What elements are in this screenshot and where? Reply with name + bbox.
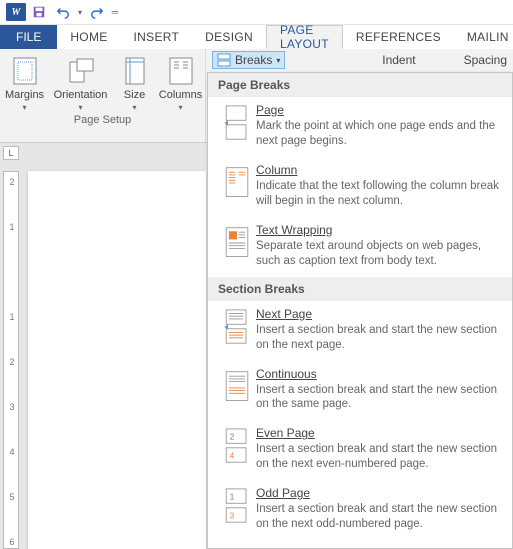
even-page-icon: 24	[218, 426, 256, 472]
indent-label: Indent	[382, 53, 415, 67]
document-page[interactable]	[28, 171, 206, 549]
vertical-ruler[interactable]: 2 1 1 2 3 4 5 6	[3, 171, 19, 549]
break-option-text-wrapping[interactable]: Text Wrapping Separate text around objec…	[208, 217, 512, 277]
ruler-mark: 2	[7, 357, 17, 367]
break-option-column[interactable]: Column Indicate that the text following …	[208, 157, 512, 217]
break-option-continuous[interactable]: Continuous Insert a section break and st…	[208, 361, 512, 421]
dropdown-caret-icon: ▾	[22, 103, 26, 112]
option-desc: Separate text around objects on web page…	[256, 239, 504, 269]
option-title: Text Wrapping	[256, 223, 504, 237]
margins-label: Margins	[5, 89, 44, 101]
spacing-label: Spacing	[464, 53, 507, 67]
columns-icon	[165, 55, 197, 87]
size-icon	[119, 55, 151, 87]
breaks-label: Breaks	[235, 53, 272, 67]
dropdown-section-page-breaks: Page Breaks	[208, 73, 512, 97]
tab-references[interactable]: REFERENCES	[343, 25, 454, 49]
option-title: Column	[256, 163, 504, 177]
columns-button[interactable]: Columns ▾	[159, 53, 203, 112]
next-page-icon	[218, 307, 256, 353]
break-option-next-page[interactable]: Next Page Insert a section break and sta…	[208, 301, 512, 361]
ruler-mark: 1	[7, 312, 17, 322]
option-desc: Insert a section break and start the new…	[256, 323, 504, 353]
tab-page-layout[interactable]: PAGE LAYOUT	[266, 25, 343, 49]
dropdown-caret-icon: ▾	[276, 56, 280, 65]
option-title: Page	[256, 103, 504, 117]
ruler-mark: 1	[7, 222, 17, 232]
option-desc: Mark the point at which one page ends an…	[256, 119, 504, 149]
breaks-icon	[217, 53, 231, 67]
ruler-mark: 6	[7, 537, 17, 547]
break-option-page[interactable]: Page Mark the point at which one page en…	[208, 97, 512, 157]
title-bar: W ▾ ═	[0, 0, 513, 25]
option-title: Next Page	[256, 307, 504, 321]
option-title: Odd Page	[256, 486, 504, 500]
break-option-odd-page[interactable]: 13 Odd Page Insert a section break and s…	[208, 480, 512, 540]
undo-dropdown-icon[interactable]: ▾	[74, 1, 86, 23]
breaks-button[interactable]: Breaks ▾	[212, 51, 285, 69]
columns-label: Columns	[159, 89, 202, 101]
ruler-mark: 4	[7, 447, 17, 457]
orientation-label: Orientation	[54, 89, 108, 101]
ruler-mark: 5	[7, 492, 17, 502]
orientation-icon	[65, 55, 97, 87]
dropdown-caret-icon: ▾	[132, 103, 136, 112]
undo-icon[interactable]	[52, 1, 74, 23]
option-desc: Insert a section break and start the new…	[256, 383, 504, 413]
size-label: Size	[124, 89, 145, 101]
orientation-button[interactable]: Orientation ▾	[51, 53, 111, 112]
redo-icon[interactable]	[86, 1, 108, 23]
ruler-mark: 3	[7, 402, 17, 412]
tab-insert[interactable]: INSERT	[121, 25, 193, 49]
breaks-dropdown: Page Breaks Page Mark the point at which…	[207, 72, 513, 549]
group-label-page-setup: Page Setup	[4, 112, 201, 129]
option-title: Even Page	[256, 426, 504, 440]
tab-home[interactable]: HOME	[57, 25, 120, 49]
continuous-icon	[218, 367, 256, 413]
break-option-even-page[interactable]: 24 Even Page Insert a section break and …	[208, 420, 512, 480]
ribbon-tabs: FILE HOME INSERT DESIGN PAGE LAYOUT REFE…	[0, 25, 513, 49]
save-icon[interactable]	[28, 1, 50, 23]
option-desc: Insert a section break and start the new…	[256, 502, 504, 532]
option-desc: Indicate that the text following the col…	[256, 179, 504, 209]
size-button[interactable]: Size ▾	[115, 53, 155, 112]
svg-text:1: 1	[230, 493, 235, 502]
word-app-icon: W	[6, 3, 26, 21]
tab-design[interactable]: DESIGN	[192, 25, 266, 49]
group-page-setup: Margins ▾ Orientation ▾ Size ▾ Columns ▾…	[0, 49, 206, 142]
option-title: Continuous	[256, 367, 504, 381]
dropdown-caret-icon: ▾	[178, 103, 182, 112]
odd-page-icon: 13	[218, 486, 256, 532]
dropdown-caret-icon: ▾	[78, 103, 82, 112]
dropdown-section-section-breaks: Section Breaks	[208, 277, 512, 301]
option-desc: Insert a section break and start the new…	[256, 442, 504, 472]
svg-text:2: 2	[230, 433, 235, 442]
column-break-icon	[218, 163, 256, 209]
page-break-icon	[218, 103, 256, 149]
qat-customize-icon[interactable]: ═	[108, 1, 122, 23]
ruler-tab-selector[interactable]: L	[3, 146, 19, 160]
svg-text:3: 3	[230, 512, 235, 521]
tab-mailings[interactable]: MAILIN	[454, 25, 513, 49]
margins-button[interactable]: Margins ▾	[3, 53, 47, 112]
text-wrapping-icon	[218, 223, 256, 269]
ruler-mark: 2	[7, 177, 17, 187]
margins-icon	[9, 55, 41, 87]
tab-file[interactable]: FILE	[0, 25, 57, 49]
svg-text:4: 4	[230, 452, 235, 461]
